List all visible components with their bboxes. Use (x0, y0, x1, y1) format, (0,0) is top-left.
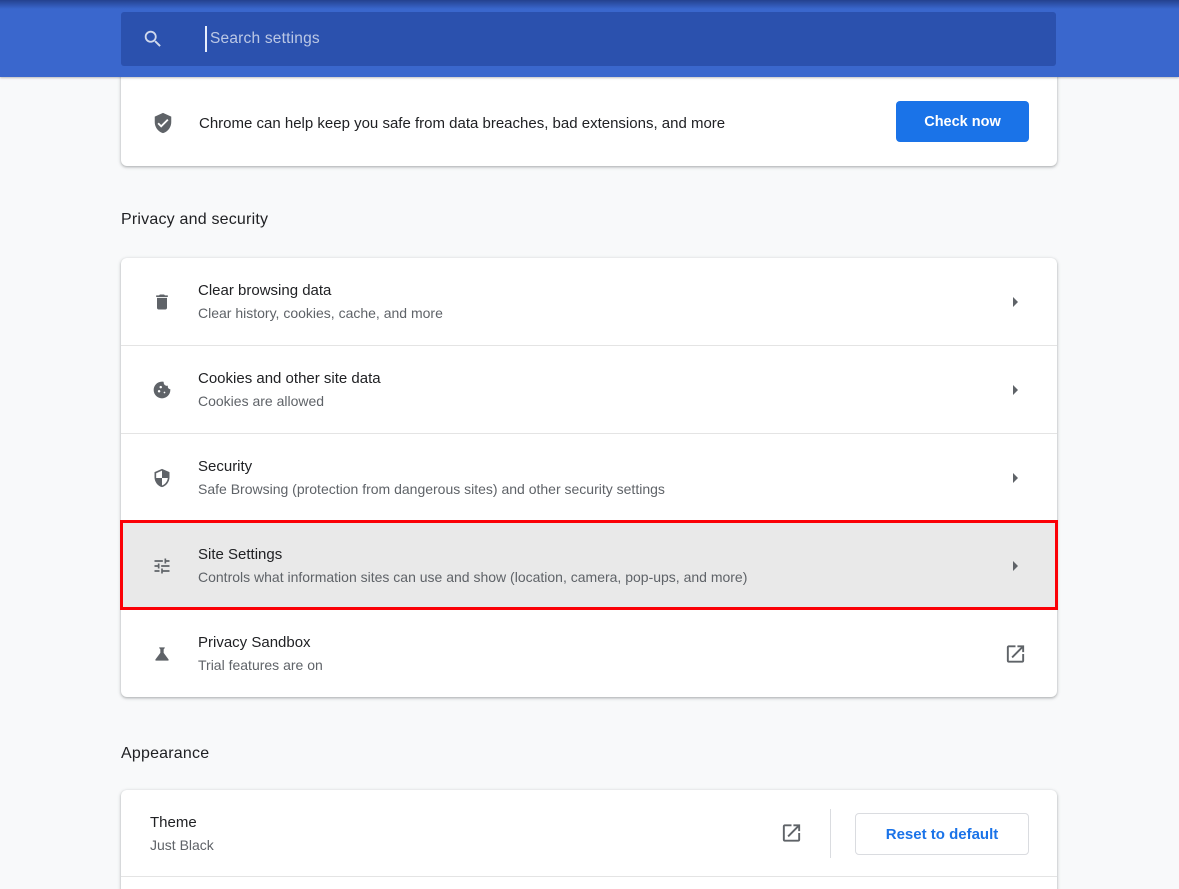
chevron-right-icon (1003, 466, 1027, 490)
list-item-cookies[interactable]: Cookies and other site data Cookies are … (121, 345, 1057, 433)
flask-icon (152, 644, 172, 664)
cookie-icon (152, 380, 172, 400)
item-subtitle: Safe Browsing (protection from dangerous… (198, 481, 665, 497)
chevron-right-icon (1003, 290, 1027, 314)
shield-icon (152, 468, 172, 488)
settings-header: Search settings (0, 0, 1179, 77)
item-subtitle: Trial features are on (198, 657, 323, 673)
search-input[interactable]: Search settings (121, 12, 1056, 66)
item-title: Theme (150, 814, 214, 831)
text-cursor (205, 26, 207, 52)
item-title: Site Settings (198, 546, 747, 563)
privacy-section-heading: Privacy and security (121, 211, 268, 229)
search-icon (142, 28, 164, 50)
appearance-card: Theme Just Black Reset to default (121, 790, 1057, 889)
item-subtitle: Controls what information sites can use … (198, 569, 747, 585)
check-now-button[interactable]: Check now (896, 101, 1029, 142)
item-title: Clear browsing data (198, 282, 443, 299)
search-placeholder: Search settings (210, 30, 320, 48)
item-subtitle: Cookies are allowed (198, 393, 381, 409)
item-title: Privacy Sandbox (198, 634, 323, 651)
shield-check-icon (152, 112, 174, 134)
list-item-theme[interactable]: Theme Just Black Reset to default (121, 790, 1057, 877)
chevron-right-icon (1003, 554, 1027, 578)
item-title: Cookies and other site data (198, 370, 381, 387)
chevron-right-icon (1003, 378, 1027, 402)
item-subtitle: Just Black (150, 837, 214, 853)
tune-icon (152, 556, 172, 576)
item-title: Security (198, 458, 665, 475)
safety-check-message: Chrome can help keep you safe from data … (199, 115, 725, 132)
item-subtitle: Clear history, cookies, cache, and more (198, 305, 443, 321)
list-item-clear-browsing-data[interactable]: Clear browsing data Clear history, cooki… (121, 258, 1057, 345)
privacy-card: Clear browsing data Clear history, cooki… (121, 258, 1057, 697)
trash-icon (152, 292, 172, 312)
list-item-privacy-sandbox[interactable]: Privacy Sandbox Trial features are on (121, 609, 1057, 697)
external-link-icon (1004, 642, 1027, 665)
reset-to-default-button[interactable]: Reset to default (855, 813, 1029, 855)
vertical-divider (830, 809, 831, 858)
appearance-section-heading: Appearance (121, 745, 209, 763)
list-item-site-settings[interactable]: Site Settings Controls what information … (121, 521, 1057, 609)
external-link-icon (780, 822, 803, 845)
list-item-security[interactable]: Security Safe Browsing (protection from … (121, 433, 1057, 521)
